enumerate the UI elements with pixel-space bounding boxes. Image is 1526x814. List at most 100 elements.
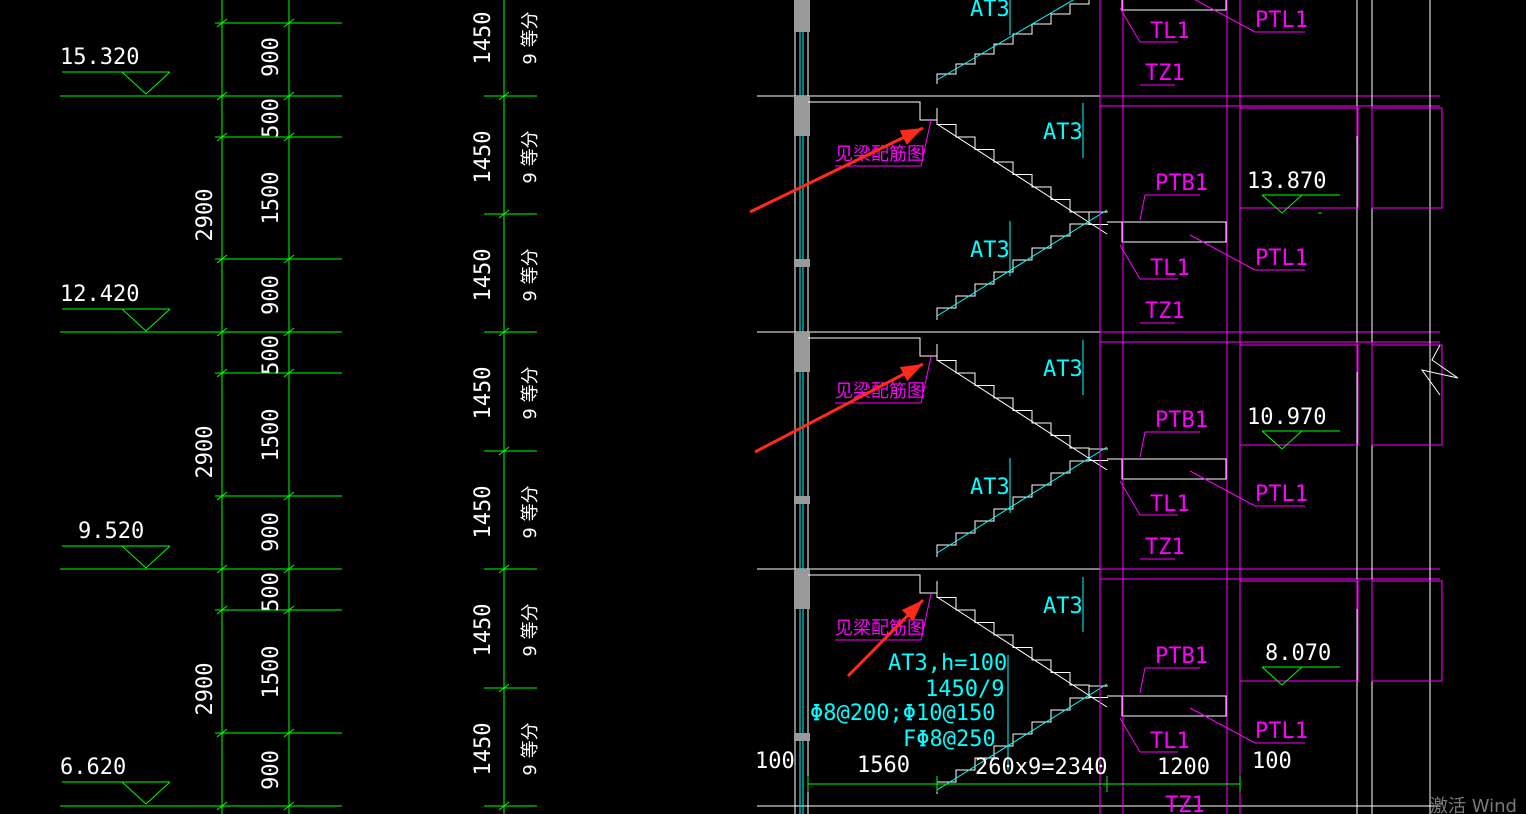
flight-label: AT3 (970, 475, 1010, 500)
dim-segment: 1500 (259, 172, 284, 225)
dim-segment: 1500 (259, 409, 284, 462)
dim-segment: 900 (259, 275, 284, 315)
see-beam-rebar-note: 见梁配筋图 (835, 618, 925, 639)
dim-flight-height: 1450 (471, 249, 496, 302)
elevation-value: 13.870 (1247, 169, 1326, 194)
flight-note-dist-rebar: FΦ8@250 (903, 727, 996, 752)
wall-column-block (794, 0, 810, 32)
leader-line-magenta (1189, 707, 1256, 744)
stair-soffit-cyan (936, 446, 1108, 554)
elevation-triangle (121, 308, 171, 332)
elevation-value: 12.420 (60, 282, 139, 307)
elevation-triangle (1261, 194, 1303, 214)
dim-segment: 500 (259, 335, 284, 375)
elevation-value: 8.070 (1265, 641, 1331, 666)
elevation-value: 15.320 (60, 45, 139, 70)
leader-line-magenta (1189, 234, 1256, 271)
wall-column-block (794, 332, 810, 372)
beam-label: TL1 (1150, 19, 1190, 44)
flight-note-ratio: 1450/9 (925, 677, 1004, 702)
wall-column-block (794, 96, 810, 136)
stair-flight-ascending (936, 211, 1108, 320)
see-beam-rebar-note: 见梁配筋图 (835, 144, 925, 165)
dim-storey-height: 2900 (193, 426, 218, 479)
dim-segment: 1500 (259, 646, 284, 699)
platform-slab-label: PTB1 (1155, 171, 1208, 196)
dim-storey-height: 2900 (193, 189, 218, 242)
flight-label: AT3 (970, 238, 1010, 263)
elevation-triangle (121, 71, 171, 95)
beam-label: TL1 (1150, 256, 1190, 281)
platform-slab-label: PTB1 (1155, 644, 1208, 669)
see-beam-rebar-note: 见梁配筋图 (835, 381, 925, 402)
elevation-value: 6.620 (60, 755, 126, 780)
stair-flight-ascending (936, 0, 1090, 84)
landing-beam (808, 574, 938, 594)
dim-segment: 500 (259, 98, 284, 138)
elevation-triangle (121, 545, 171, 569)
platform-beam (1107, 221, 1227, 243)
leader-line-magenta (1139, 667, 1146, 694)
leader-line-magenta (1189, 470, 1256, 507)
stair-section-drawing: 2900 2900 2900 900 500 1500 900 500 1500 900 500 15… (60, 0, 1517, 814)
dim-flight-height: 1450 (471, 604, 496, 657)
red-arrow-head (899, 128, 923, 145)
red-arrow-head (899, 364, 923, 382)
room-outline (1371, 580, 1443, 682)
beam-label: TL1 (1150, 492, 1190, 517)
flight-label: AT3 (970, 0, 1010, 22)
dim-segment: 500 (259, 572, 284, 612)
dim-equal-divisions: 9 等分 (520, 603, 541, 656)
dim-flight-height: 1450 (471, 131, 496, 184)
wall-column-block (794, 569, 810, 609)
platform-beam-label: PTL1 (1255, 719, 1308, 744)
dim-equal-divisions: 9 等分 (520, 11, 541, 64)
flight-note-type: AT3,h=100 (888, 651, 1007, 676)
platform-beam (1121, 0, 1227, 11)
red-arrow (754, 362, 924, 454)
elevation-value: 9.520 (78, 519, 144, 544)
elevation-triangle (1261, 430, 1303, 450)
column-label: TZ1 (1145, 535, 1185, 560)
flight-label: AT3 (1043, 357, 1083, 382)
room-outline (1371, 107, 1443, 209)
dim-equal-divisions: 9 等分 (520, 366, 541, 419)
platform-beam-label: PTL1 (1255, 482, 1308, 507)
landing-beam (808, 337, 938, 357)
column-label: TZ1 (1145, 61, 1185, 86)
dim-equal-divisions: 9 等分 (520, 485, 541, 538)
elevation-triangle (1261, 666, 1303, 686)
room-outline (1239, 344, 1359, 446)
leader-line-magenta (1139, 431, 1146, 458)
red-arrow (749, 126, 924, 214)
bottom-dim: 100 (755, 749, 795, 774)
stair-soffit-cyan (936, 209, 1108, 317)
bottom-dim: 1560 (857, 753, 910, 778)
flight-note-rebar: Φ8@200;Φ10@150 (810, 701, 995, 726)
dim-equal-divisions: 9 等分 (520, 248, 541, 301)
dim-equal-divisions: 9 等分 (520, 130, 541, 183)
room-outline (1239, 580, 1359, 682)
break-symbol (1420, 344, 1459, 396)
flight-label: AT3 (1043, 594, 1083, 619)
wall-column-block (794, 733, 810, 741)
platform-beam (1107, 458, 1227, 480)
beam-label: TL1 (1150, 729, 1190, 754)
dim-segment: 900 (259, 750, 284, 790)
stair-flight-ascending (936, 448, 1108, 557)
platform-beam-label: PTL1 (1255, 246, 1308, 271)
leader-line-magenta (1139, 194, 1146, 221)
dim-flight-height: 1450 (471, 367, 496, 420)
platform-slab-label: PTB1 (1155, 408, 1208, 433)
dim-segment: 900 (259, 512, 284, 552)
watermark-text: 激活 Wind (1430, 796, 1517, 814)
platform-beam-label: PTL1 (1255, 8, 1308, 33)
elevation-triangle (121, 781, 171, 805)
wall-column-block (794, 496, 810, 504)
dim-storey-height: 2900 (193, 663, 218, 716)
elevation-value: 10.970 (1247, 405, 1326, 430)
platform-beam (1107, 695, 1227, 717)
bottom-dim: 100 (1252, 749, 1292, 774)
leader-line-magenta (1194, 0, 1256, 33)
dim-equal-divisions: 9 等分 (520, 722, 541, 775)
